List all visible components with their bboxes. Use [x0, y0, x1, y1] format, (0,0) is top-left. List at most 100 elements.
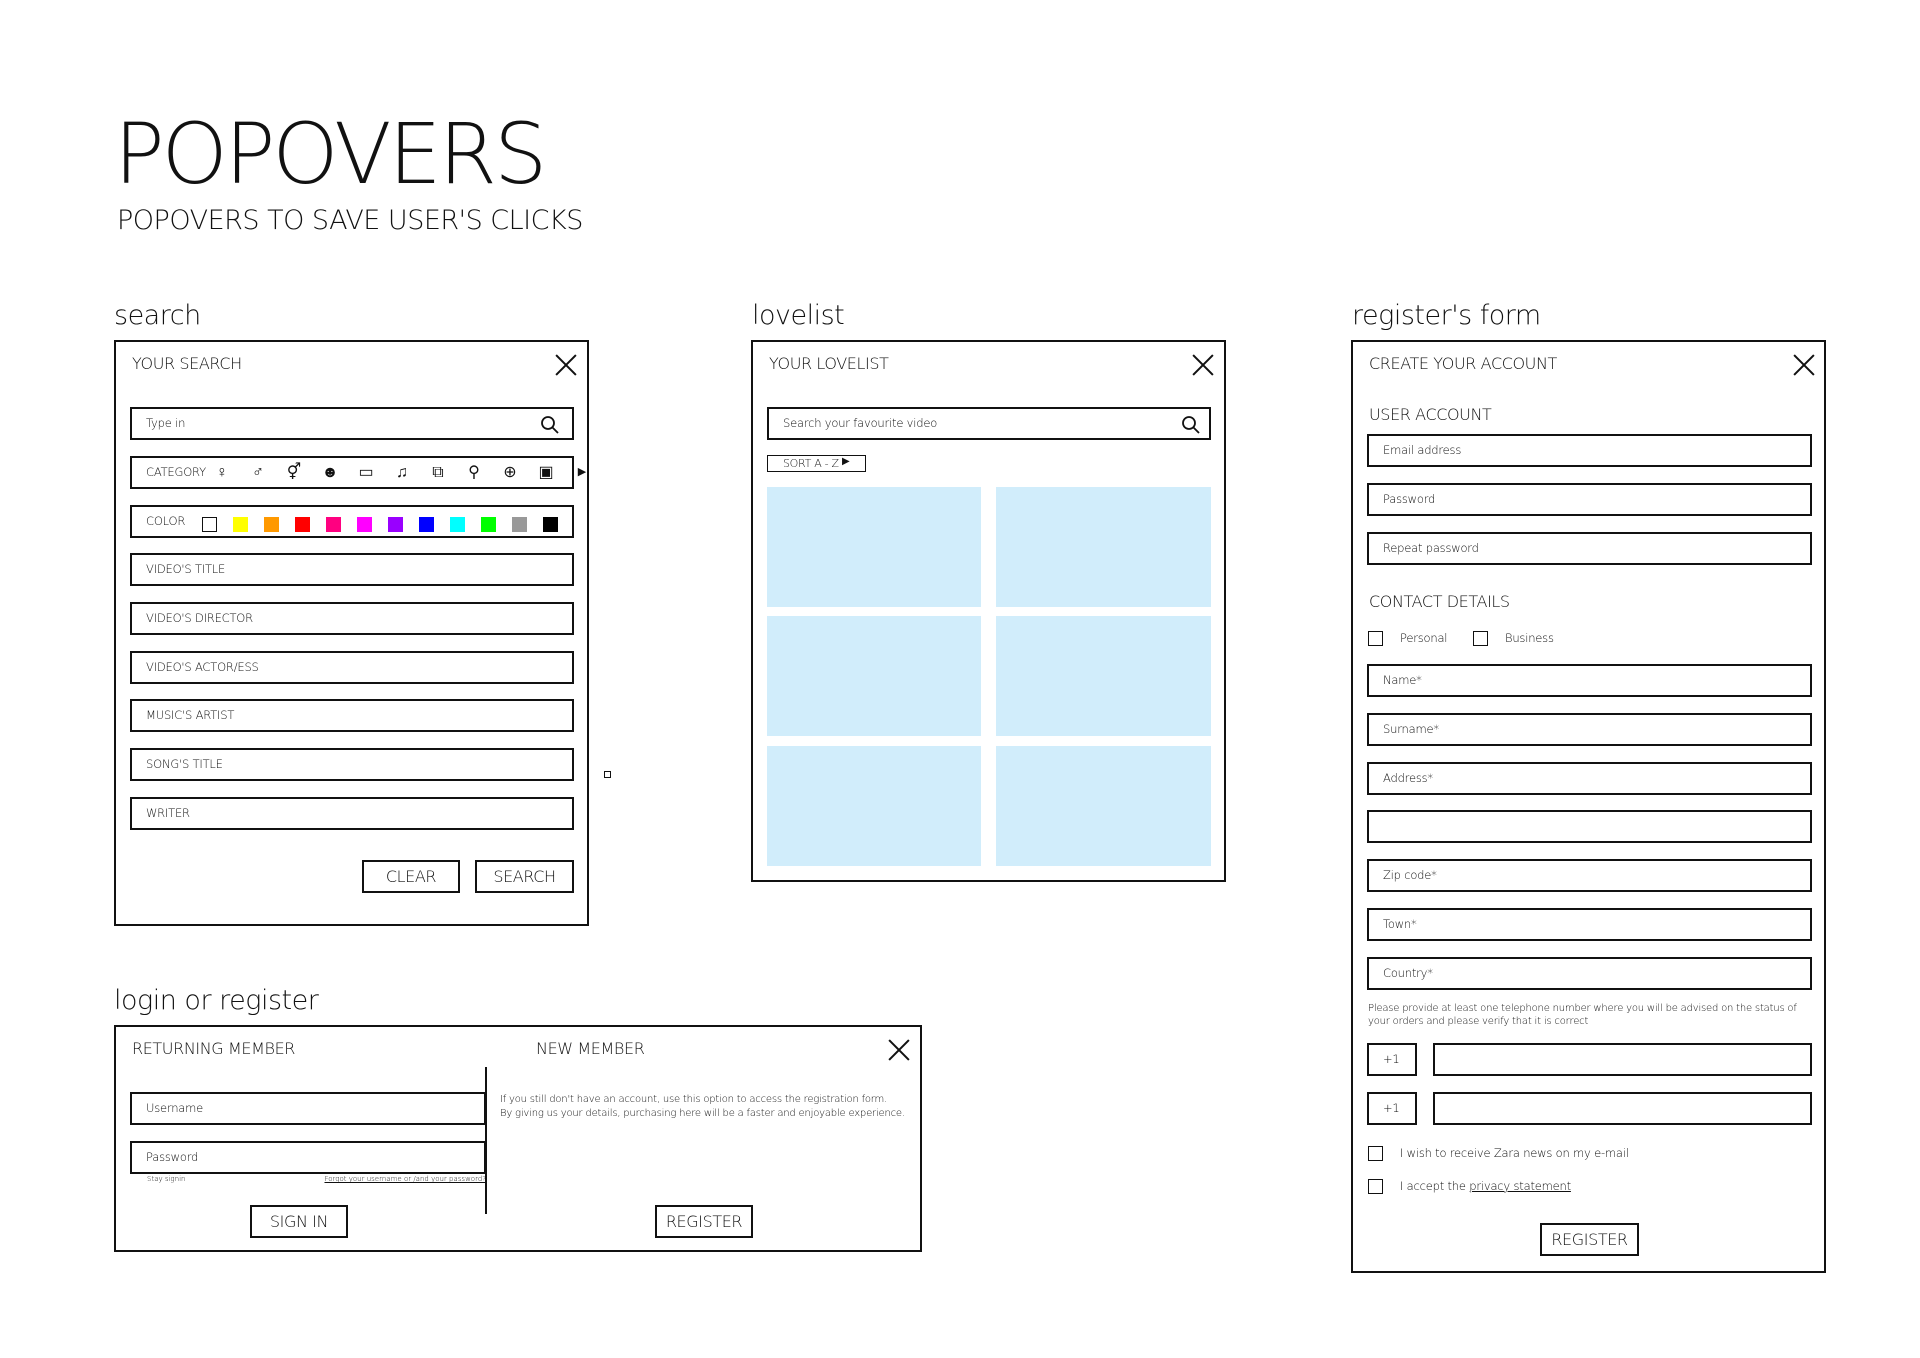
color-swatch-orange[interactable] — [264, 517, 279, 532]
stay-signin-label[interactable]: Stay signin — [147, 1175, 185, 1183]
username-input[interactable]: Username — [130, 1092, 486, 1125]
color-swatch-blue[interactable] — [419, 517, 434, 532]
password-placeholder: Password — [146, 1150, 199, 1164]
book-icon[interactable]: ⧉ — [428, 462, 448, 482]
category-label: CATEGORY — [146, 465, 206, 479]
forgot-password-link[interactable]: Forgot your username or /and your passwo… — [320, 1175, 486, 1183]
new-member-description: If you still don't have an account, use … — [500, 1093, 905, 1121]
video-thumbnail[interactable] — [767, 487, 981, 607]
video-thumbnail[interactable] — [996, 487, 1211, 607]
search-icon[interactable] — [540, 415, 560, 435]
gamepad-icon[interactable]: ⊕ — [500, 462, 520, 481]
business-label: Business — [1505, 631, 1554, 645]
scroll-right-icon[interactable]: ▶ — [572, 465, 592, 478]
play-icon: ▶ — [842, 456, 850, 467]
phone-number-1[interactable] — [1433, 1043, 1812, 1076]
search-icon[interactable] — [1181, 415, 1201, 435]
male-icon[interactable]: ♂ — [248, 462, 268, 482]
color-label: COLOR — [146, 514, 186, 528]
music-icon[interactable]: ♫ — [392, 462, 412, 482]
close-icon[interactable] — [1793, 354, 1815, 376]
microphone-icon[interactable]: ⚲ — [464, 462, 484, 481]
phone-note-line-2: your orders and please verify that it is… — [1368, 1016, 1589, 1027]
new-member-header: NEW MEMBER — [536, 1039, 645, 1058]
lovelist-section-title: lovelist — [752, 300, 845, 331]
color-swatch-green[interactable] — [481, 517, 496, 532]
transgender-icon[interactable]: ⚥ — [284, 462, 304, 481]
lovelist-search-input[interactable]: Search your favourite video — [767, 407, 1211, 440]
surname-placeholder: Surname* — [1383, 722, 1439, 736]
phone-note: Please provide at least one telephone nu… — [1368, 1002, 1797, 1028]
video-thumbnail[interactable] — [767, 746, 981, 866]
clear-button[interactable]: CLEAR — [362, 860, 460, 893]
search-input[interactable]: Type in — [130, 407, 574, 440]
color-swatch-red[interactable] — [295, 517, 310, 532]
country-field[interactable]: Country* — [1367, 957, 1812, 990]
privacy-checkbox[interactable] — [1368, 1179, 1383, 1194]
video-director-label: VIDEO'S DIRECTOR — [146, 611, 253, 625]
color-swatch-cyan[interactable] — [450, 517, 465, 532]
zip-code-placeholder: Zip code* — [1383, 868, 1437, 882]
password-input[interactable]: Password — [130, 1141, 486, 1174]
lovelist-popover: YOUR LOVELIST Search your favourite vide… — [751, 340, 1226, 882]
surname-field[interactable]: Surname* — [1367, 713, 1812, 746]
address-field[interactable]: Address* — [1367, 762, 1812, 795]
sign-in-button[interactable]: SIGN IN — [250, 1205, 348, 1238]
video-thumbnail[interactable] — [996, 746, 1211, 866]
color-swatch-white[interactable] — [202, 517, 217, 532]
writer-field[interactable]: WRITER — [130, 797, 574, 830]
town-field[interactable]: Town* — [1367, 908, 1812, 941]
search-popover-header: YOUR SEARCH — [132, 354, 242, 373]
video-actor-field[interactable]: VIDEO'S ACTOR/ESS — [130, 651, 574, 684]
lovelist-popover-header: YOUR LOVELIST — [769, 354, 889, 373]
category-filter: CATEGORY ♀ ♂ ⚥ ☻ ▭ ♫ ⧉ ⚲ ⊕ ▣ ▶ — [130, 456, 586, 489]
search-section-title: search — [114, 300, 201, 331]
sort-button[interactable]: SORT A - Z ▶ — [767, 455, 866, 472]
video-title-field[interactable]: VIDEO'S TITLE — [130, 553, 574, 586]
business-checkbox[interactable] — [1473, 631, 1488, 646]
video-thumbnail[interactable] — [767, 616, 981, 736]
video-thumbnail[interactable] — [996, 616, 1211, 736]
music-artist-field[interactable]: MUSIC'S ARTIST — [130, 699, 574, 732]
color-swatch-pink[interactable] — [326, 517, 341, 532]
country-placeholder: Country* — [1383, 966, 1433, 980]
kids-icon[interactable]: ☻ — [320, 462, 340, 482]
email-placeholder: Email address — [1383, 443, 1462, 457]
song-title-field[interactable]: SONG'S TITLE — [130, 748, 574, 781]
repeat-password-field[interactable]: Repeat password — [1367, 532, 1812, 565]
name-field[interactable]: Name* — [1367, 664, 1812, 697]
privacy-statement-link[interactable]: privacy statement — [1469, 1179, 1571, 1193]
email-field[interactable]: Email address — [1367, 434, 1812, 467]
phone-number-2[interactable] — [1433, 1092, 1812, 1125]
search-button[interactable]: SEARCH — [475, 860, 574, 893]
chip-icon[interactable]: ▣ — [536, 462, 556, 481]
town-placeholder: Town* — [1383, 917, 1417, 931]
color-swatch-yellow[interactable] — [233, 517, 248, 532]
video-actor-label: VIDEO'S ACTOR/ESS — [146, 660, 259, 674]
color-swatch-black[interactable] — [543, 517, 558, 532]
video-icon[interactable]: ▭ — [356, 462, 376, 481]
news-label: I wish to receive Zara news on my e-mail — [1400, 1146, 1629, 1160]
register-button[interactable]: REGISTER — [655, 1205, 753, 1238]
female-icon[interactable]: ♀ — [212, 462, 232, 482]
zip-code-field[interactable]: Zip code* — [1367, 859, 1812, 892]
register-submit-button[interactable]: REGISTER — [1540, 1223, 1639, 1256]
close-icon[interactable] — [888, 1039, 910, 1061]
phone-prefix-2[interactable]: +1 — [1367, 1092, 1417, 1125]
name-placeholder: Name* — [1383, 673, 1422, 687]
address-line-2-field[interactable] — [1367, 810, 1812, 843]
song-title-label: SONG'S TITLE — [146, 757, 223, 771]
color-swatch-grey[interactable] — [512, 517, 527, 532]
password-placeholder: Password — [1383, 492, 1436, 506]
color-filter: COLOR — [130, 505, 574, 538]
close-icon[interactable] — [555, 354, 577, 376]
news-checkbox[interactable] — [1368, 1146, 1383, 1161]
color-swatch-magenta[interactable] — [357, 517, 372, 532]
personal-checkbox[interactable] — [1368, 631, 1383, 646]
video-director-field[interactable]: VIDEO'S DIRECTOR — [130, 602, 574, 635]
color-swatch-purple[interactable] — [388, 517, 403, 532]
password-field[interactable]: Password — [1367, 483, 1812, 516]
phone-prefix-1[interactable]: +1 — [1367, 1043, 1417, 1076]
music-artist-label: MUSIC'S ARTIST — [146, 708, 235, 722]
close-icon[interactable] — [1192, 354, 1214, 376]
